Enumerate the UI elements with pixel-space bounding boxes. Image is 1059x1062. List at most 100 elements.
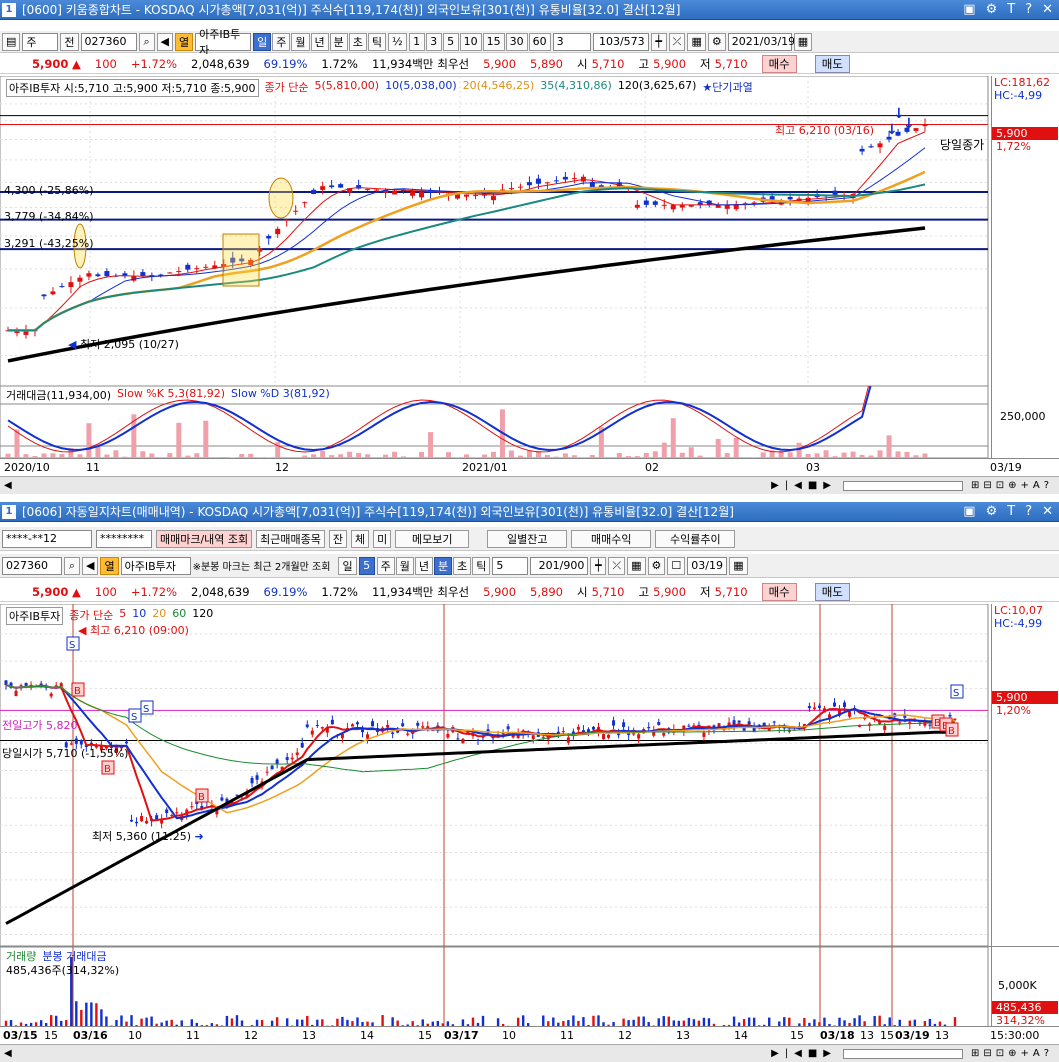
- fraction-button[interactable]: ½: [388, 32, 407, 51]
- period-button-2-0[interactable]: 주: [376, 556, 395, 575]
- scroll-left-icon-2[interactable]: ◀: [4, 1048, 12, 1059]
- zoom-icon[interactable]: ⊞⊟⊡⊕+A?: [971, 480, 1053, 491]
- period-button-1[interactable]: 주: [272, 32, 291, 51]
- interval-button-0[interactable]: 1: [408, 32, 425, 51]
- tag-badge[interactable]: 열: [175, 32, 194, 51]
- bottom-price-chart[interactable]: 6,1006,0005,9005,8005,7005,6005,5005,400…: [0, 603, 1059, 947]
- top-scrollbar[interactable]: ◀ ▶|◀■▶ ⊞⊟⊡⊕+A?: [0, 476, 1059, 494]
- top-oscillator[interactable]: 거래대금(11,934,00) Slow %K 5,3(81,92) Slow …: [0, 369, 1059, 459]
- code-input[interactable]: 027360: [80, 32, 137, 51]
- text-icon-2[interactable]: T: [1007, 504, 1015, 519]
- calendar-icon-2[interactable]: ▦: [729, 556, 748, 575]
- interval-select[interactable]: 3: [552, 32, 591, 51]
- speaker-icon[interactable]: ◀: [156, 32, 173, 51]
- grid-icon[interactable]: ▤: [2, 32, 21, 51]
- interval-select-2[interactable]: 5: [492, 556, 529, 575]
- period-select[interactable]: 주: [22, 32, 59, 51]
- save-icon-2[interactable]: ▦: [627, 556, 646, 575]
- window-icon-2[interactable]: ▣: [963, 504, 975, 519]
- candle-body: [311, 189, 317, 195]
- speaker-icon-2[interactable]: ◀: [82, 556, 99, 575]
- calendar-icon[interactable]: ▦: [793, 32, 813, 51]
- chart-type-icon[interactable]: ┿: [650, 32, 667, 51]
- bottom-scrollbar[interactable]: ◀ ▶|◀■▶ ⊞⊟⊡⊕+A?: [0, 1044, 1059, 1062]
- volume-canvas[interactable]: [0, 946, 1059, 1028]
- search-icon[interactable]: ⌕: [138, 32, 155, 51]
- mark-query-button[interactable]: 매매마크/내역 조회: [156, 529, 253, 548]
- buy-button[interactable]: 매수: [761, 54, 797, 73]
- period-button-6[interactable]: 틱: [367, 32, 386, 51]
- trade-mark-sell: S: [950, 684, 964, 699]
- count-field-2[interactable]: 201/900: [530, 556, 589, 575]
- close-icon-2[interactable]: ✕: [1042, 504, 1053, 519]
- period-button-0[interactable]: 일: [253, 32, 272, 51]
- settings-gear-icon-2[interactable]: ⚙: [647, 556, 666, 575]
- interval-button-1[interactable]: 3: [425, 32, 442, 51]
- period-button-2-4[interactable]: 초: [453, 556, 472, 575]
- unexecuted-button[interactable]: 미: [373, 529, 392, 548]
- daily-balance-button[interactable]: 일별잔고: [487, 529, 568, 548]
- playback-controls-2[interactable]: ▶|◀■▶: [771, 1048, 837, 1059]
- executed-button[interactable]: 체: [351, 529, 370, 548]
- balance-button[interactable]: 잔: [328, 529, 348, 548]
- period-day-button[interactable]: 일: [338, 556, 357, 575]
- chart-type-icon-2[interactable]: ┿: [590, 556, 607, 575]
- code-input-2[interactable]: 027360: [2, 556, 62, 575]
- return-trend-button[interactable]: 수익률추이: [655, 529, 736, 548]
- help-icon[interactable]: ?: [1025, 2, 1032, 17]
- zoom-slider-2[interactable]: [842, 1048, 963, 1059]
- settings-gear-icon[interactable]: ⚙: [707, 32, 726, 51]
- save-icon[interactable]: ▦: [687, 32, 706, 51]
- window-icon[interactable]: ▣: [963, 2, 975, 17]
- account-select[interactable]: ****-**12: [2, 529, 92, 548]
- bottom-date-axis: 03/15 15 03/16 10 11 12 13 14 15 03/17 10 11 12 13 14 1…: [0, 1026, 1059, 1044]
- trade-profit-button[interactable]: 매매수익: [571, 529, 652, 548]
- prev-button[interactable]: 전: [60, 32, 79, 51]
- interval-button-2[interactable]: 5: [442, 32, 459, 51]
- scroll-left-icon[interactable]: ◀: [4, 480, 12, 491]
- period-button-2-1[interactable]: 월: [395, 556, 414, 575]
- date-field[interactable]: 2021/03/19: [727, 32, 795, 51]
- period-button-5[interactable]: 초: [348, 32, 367, 51]
- settings-icon[interactable]: ⚙: [986, 2, 998, 17]
- interval-button-3[interactable]: 10: [459, 32, 482, 51]
- buy-button-2[interactable]: 매수: [761, 582, 797, 601]
- password-input[interactable]: ********: [96, 529, 152, 548]
- candle-body-2: [305, 724, 309, 728]
- recent-trades-button[interactable]: 최근매매종목: [256, 529, 325, 548]
- checkbox[interactable]: ☐: [667, 556, 686, 575]
- search-icon-2[interactable]: ⌕: [64, 556, 80, 575]
- tag-badge-2[interactable]: 열: [100, 556, 119, 575]
- draw-icon-2[interactable]: ⤫: [608, 556, 626, 575]
- interval-button-6[interactable]: 60: [528, 32, 551, 51]
- date-field-2[interactable]: 03/19: [687, 556, 728, 575]
- sell-button[interactable]: 매도: [814, 54, 850, 73]
- period-button-4[interactable]: 분: [329, 32, 348, 51]
- interval-button-5[interactable]: 30: [505, 32, 528, 51]
- help-icon-2[interactable]: ?: [1025, 504, 1032, 519]
- interval-button-4[interactable]: 15: [482, 32, 505, 51]
- candle-body-2: [300, 742, 304, 748]
- period-button-2-3[interactable]: 분: [433, 556, 453, 575]
- count-field[interactable]: 103/573: [592, 32, 649, 51]
- period-num-button[interactable]: 5: [358, 556, 375, 575]
- sell-button-2[interactable]: 매도: [814, 582, 850, 601]
- settings-icon-2[interactable]: ⚙: [986, 504, 998, 519]
- period-button-2-5[interactable]: 틱: [472, 556, 491, 575]
- draw-icon[interactable]: ⤫: [668, 32, 686, 51]
- candle-body-2: [727, 722, 731, 725]
- close-icon[interactable]: ✕: [1042, 2, 1053, 17]
- memo-button[interactable]: 메모보기: [395, 529, 470, 548]
- period-button-2-2[interactable]: 년: [414, 556, 433, 575]
- period-button-3[interactable]: 년: [310, 32, 329, 51]
- bottom-volume-chart[interactable]: 거래량 분봉 거래대금 485,436주(314,32%) 5,000K 485…: [0, 946, 1059, 1028]
- top-price-chart[interactable]: 6,5006,0005,5005,0004,5004,0003,5003,000…: [0, 75, 1059, 387]
- playback-controls[interactable]: ▶|◀■▶: [771, 480, 837, 491]
- candle-body: [670, 204, 676, 210]
- zoom-icon-2[interactable]: ⊞⊟⊡⊕+A?: [971, 1048, 1053, 1059]
- trade-mark-buy: B: [945, 722, 959, 737]
- period-button-2[interactable]: 월: [291, 32, 310, 51]
- zoom-slider[interactable]: [842, 480, 963, 491]
- bottom-chart-canvas[interactable]: 6,1006,0005,9005,8005,7005,6005,5005,400…: [0, 603, 1059, 947]
- text-icon[interactable]: T: [1007, 2, 1015, 17]
